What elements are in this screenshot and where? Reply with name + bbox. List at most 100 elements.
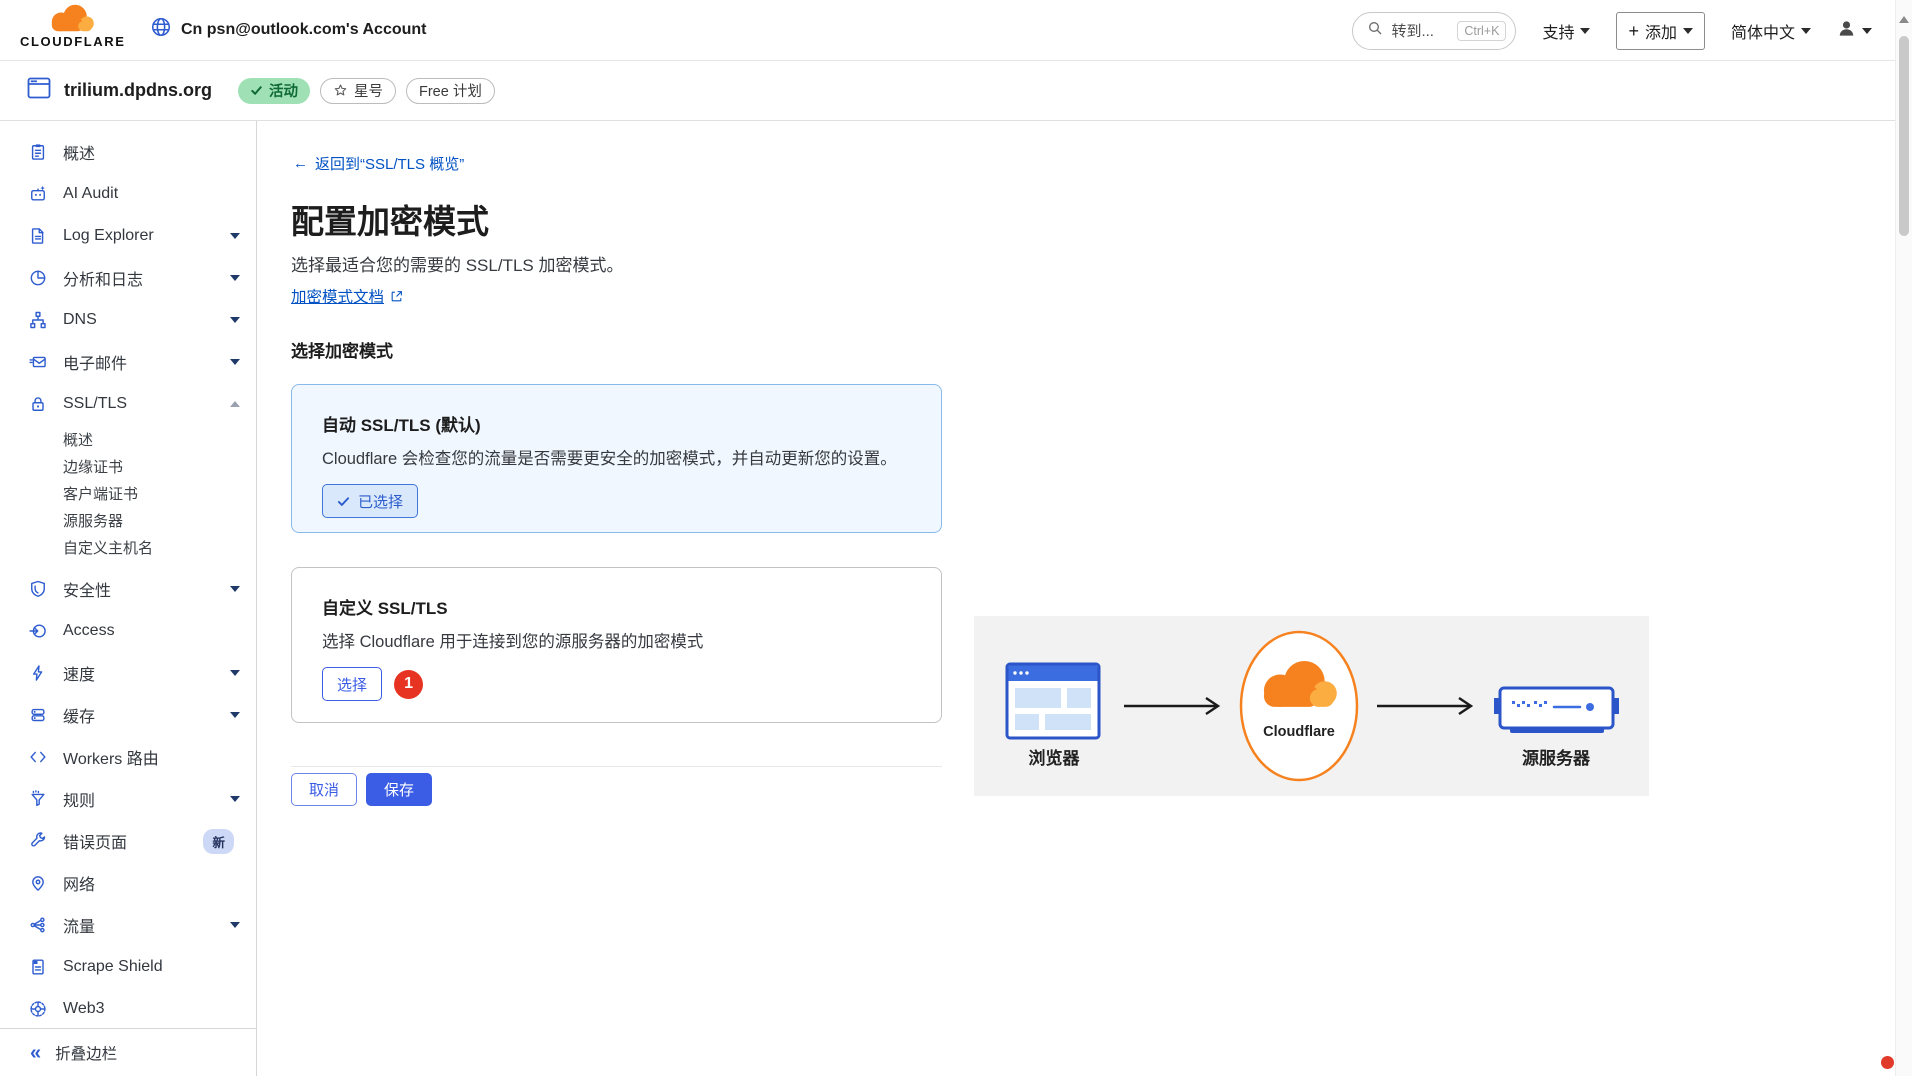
- new-badge: 新: [203, 829, 234, 854]
- chevron-down-icon: [230, 796, 240, 802]
- search-shortcut-badge: Ctrl+K: [1457, 21, 1506, 41]
- chevron-down-icon: [230, 586, 240, 592]
- add-button[interactable]: + 添加: [1616, 12, 1705, 50]
- check-icon: [337, 495, 350, 508]
- card-auto-ssl[interactable]: 自动 SSL/TLS (默认) Cloudflare 会检查您的流量是否需要更安…: [291, 384, 942, 533]
- sidebar-item-rules[interactable]: 规则: [0, 778, 256, 820]
- site-window-icon: [27, 77, 51, 104]
- sidebar-item-overview[interactable]: 概述: [0, 131, 256, 173]
- sidebar-item-workers-routes[interactable]: Workers 路由: [0, 736, 256, 778]
- workers-icon: [28, 747, 48, 767]
- card-custom-ssl[interactable]: 自定义 SSL/TLS 选择 Cloudflare 用于连接到您的源服务器的加密…: [291, 567, 942, 723]
- star-icon: [333, 83, 348, 98]
- sidebar-item-email[interactable]: 电子邮件: [0, 341, 256, 383]
- sidebar-item-dns[interactable]: DNS: [0, 299, 256, 341]
- page-title: 配置加密模式: [291, 195, 489, 243]
- domain-name: trilium.dpdns.org: [64, 80, 212, 101]
- sidebar-item-log-explorer[interactable]: Log Explorer: [0, 215, 256, 257]
- sidebar-item-ssl-tls[interactable]: SSL/TLS: [0, 383, 256, 425]
- cache-icon: [28, 705, 48, 725]
- sidebar-item-network[interactable]: 网络: [0, 862, 256, 904]
- sidebar-item-speed[interactable]: 速度: [0, 652, 256, 694]
- encryption-docs-link[interactable]: 加密模式文档: [291, 285, 403, 307]
- arrow-left-icon: ←: [293, 155, 308, 172]
- sidebar-item-error-pages[interactable]: 错误页面新: [0, 820, 256, 862]
- star-toggle[interactable]: 星号: [320, 78, 396, 104]
- site-bar: trilium.dpdns.org 活动 星号 Free 计划: [0, 61, 1912, 121]
- scrollbar-thumb[interactable]: [1899, 36, 1909, 236]
- card-auto-description: Cloudflare 会检查您的流量是否需要更安全的加密模式，并自动更新您的设置…: [322, 445, 911, 469]
- page-scrollbar[interactable]: [1895, 0, 1912, 1076]
- cloudflare-logo[interactable]: CLOUDFLARE: [20, 4, 124, 49]
- page-subtitle: 选择最适合您的需要的 SSL/TLS 加密模式。: [291, 251, 623, 276]
- sidebar-subitem-custom-hostnames[interactable]: 自定义主机名: [0, 535, 256, 562]
- search-icon: [1367, 20, 1383, 41]
- analytics-icon: [28, 268, 48, 288]
- arrow-right-icon: [1377, 698, 1471, 714]
- browser-icon: [1007, 664, 1099, 738]
- sidebar-item-ai-audit[interactable]: AI Audit: [0, 173, 256, 215]
- sidebar-item-traffic[interactable]: 流量: [0, 904, 256, 946]
- cancel-button[interactable]: 取消: [291, 773, 357, 806]
- card-custom-title: 自定义 SSL/TLS: [322, 594, 911, 619]
- recording-dot: [1881, 1056, 1894, 1069]
- sidebar-subitem-ssl-overview[interactable]: 概述: [0, 427, 256, 454]
- scroll-up-arrow-icon[interactable]: [1899, 16, 1909, 23]
- plus-icon: +: [1628, 22, 1639, 40]
- annotation-marker-1: 1: [394, 670, 423, 699]
- access-icon: [28, 621, 48, 641]
- account-breadcrumb[interactable]: Cn psn@outlook.com's Account: [150, 16, 426, 43]
- ai-icon: [28, 184, 48, 204]
- language-menu[interactable]: 简体中文: [1731, 19, 1811, 43]
- security-icon: [28, 579, 48, 599]
- selected-button[interactable]: 已选择: [322, 484, 418, 518]
- footer-divider: [291, 766, 942, 767]
- overview-icon: [28, 142, 48, 162]
- chevron-down-icon: [1801, 28, 1811, 34]
- choose-button[interactable]: 选择: [322, 667, 382, 701]
- scrape-icon: [28, 957, 48, 977]
- traffic-icon: [28, 915, 48, 935]
- network-icon: [28, 873, 48, 893]
- section-heading: 选择加密模式: [291, 337, 393, 362]
- sidebar-item-access[interactable]: Access: [0, 610, 256, 652]
- sidebar-item-security[interactable]: 安全性: [0, 568, 256, 610]
- user-menu[interactable]: [1837, 19, 1872, 43]
- back-link[interactable]: ← 返回到“SSL/TLS 概览”: [293, 153, 464, 174]
- global-search-input[interactable]: 转到... Ctrl+K: [1352, 12, 1516, 50]
- user-icon: [1837, 19, 1856, 43]
- log-icon: [28, 226, 48, 246]
- support-menu[interactable]: 支持: [1542, 19, 1590, 43]
- card-auto-title: 自动 SSL/TLS (默认): [322, 411, 911, 436]
- chevron-down-icon: [1580, 28, 1590, 34]
- check-icon: [250, 84, 263, 97]
- origin-server-icon: [1494, 688, 1619, 733]
- email-icon: [28, 352, 48, 372]
- external-link-icon: [390, 290, 403, 303]
- sidebar-subitem-origin-server[interactable]: 源服务器: [0, 508, 256, 535]
- card-custom-description: 选择 Cloudflare 用于连接到您的源服务器的加密模式: [322, 628, 911, 652]
- collapse-chevrons-icon: «: [30, 1043, 41, 1063]
- chevron-down-icon: [230, 922, 240, 928]
- sidebar-subitem-client-certificates[interactable]: 客户端证书: [0, 481, 256, 508]
- main-content: ← 返回到“SSL/TLS 概览” 配置加密模式 选择最适合您的需要的 SSL/…: [257, 121, 1895, 1076]
- chevron-down-icon: [230, 317, 240, 323]
- rules-icon: [28, 789, 48, 809]
- sidebar-item-web3[interactable]: Web3: [0, 988, 256, 1030]
- plan-badge[interactable]: Free 计划: [406, 78, 495, 104]
- sidebar: 概述AI AuditLog Explorer分析和日志DNS电子邮件SSL/TL…: [0, 121, 257, 1076]
- chevron-down-icon: [230, 359, 240, 365]
- save-button[interactable]: 保存: [366, 773, 432, 806]
- logo-wordmark: CLOUDFLARE: [20, 34, 124, 49]
- top-header: CLOUDFLARE Cn psn@outlook.com's Account …: [0, 0, 1912, 61]
- sidebar-item-scrape-shield[interactable]: Scrape Shield: [0, 946, 256, 988]
- ssl-icon: [28, 394, 48, 414]
- search-placeholder: 转到...: [1391, 20, 1449, 41]
- collapse-sidebar-button[interactable]: « 折叠边栏: [0, 1028, 256, 1076]
- sidebar-item-cache[interactable]: 缓存: [0, 694, 256, 736]
- sidebar-item-analytics[interactable]: 分析和日志: [0, 257, 256, 299]
- dns-icon: [28, 310, 48, 330]
- account-label: Cn psn@outlook.com's Account: [181, 21, 426, 39]
- speed-icon: [28, 663, 48, 683]
- sidebar-subitem-edge-certificates[interactable]: 边缘证书: [0, 454, 256, 481]
